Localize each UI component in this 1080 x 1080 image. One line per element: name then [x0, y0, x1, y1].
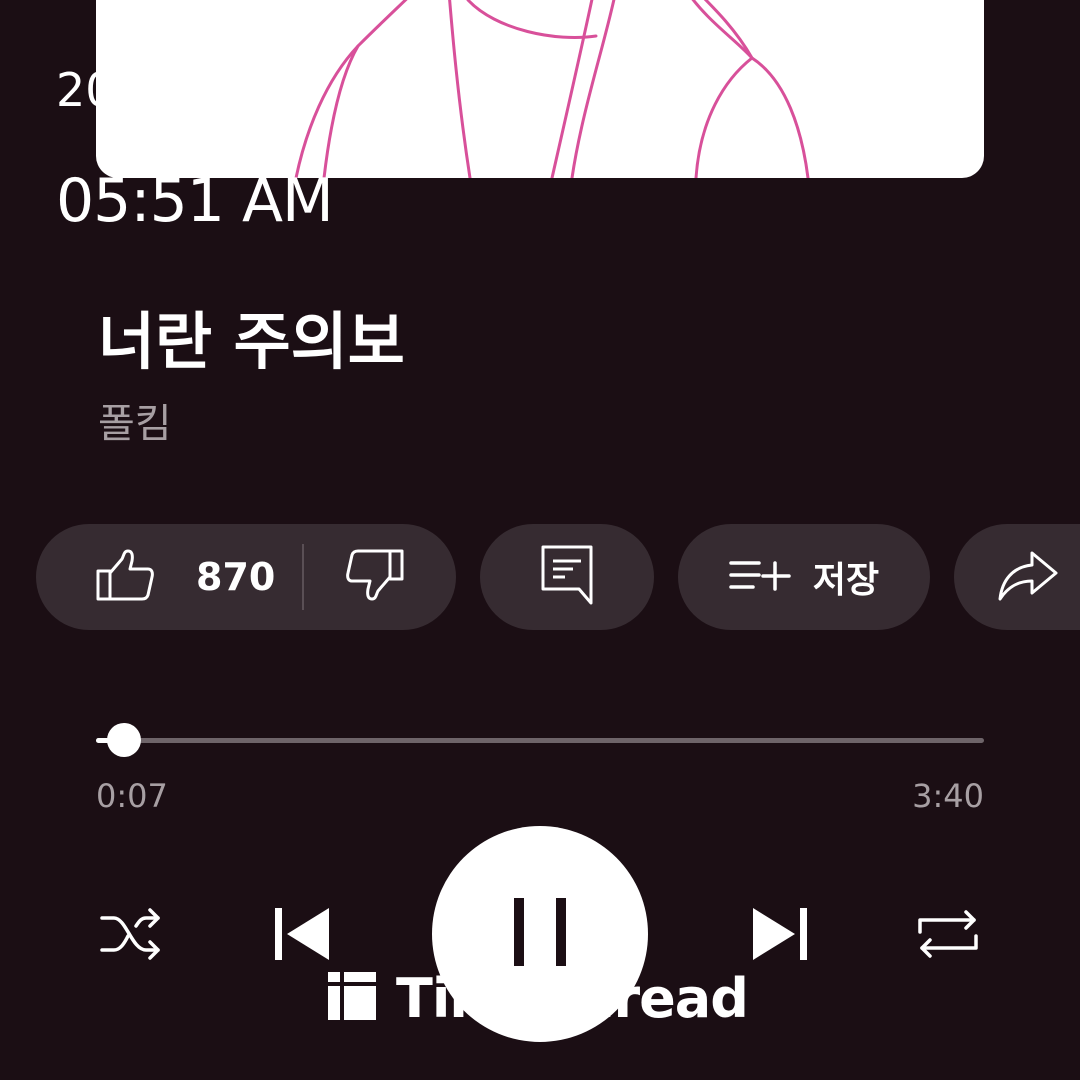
like-dislike-group: 870 [36, 524, 456, 630]
comment-button[interactable] [480, 524, 654, 630]
like-count: 870 [196, 555, 276, 599]
current-time: 0:07 [96, 777, 168, 815]
repeat-button[interactable] [912, 900, 984, 972]
album-art [96, 0, 984, 178]
thumbs-down-icon [346, 549, 404, 605]
overlay-time: 05:51 AM [56, 166, 334, 236]
progress-bar[interactable] [96, 723, 984, 757]
pause-icon [512, 896, 568, 972]
shuffle-icon [100, 908, 164, 964]
song-title: 너란 주의보 [98, 305, 405, 378]
skip-previous-icon [273, 906, 331, 966]
progress-thumb[interactable] [107, 723, 142, 757]
playlist-add-icon [729, 557, 791, 597]
dislike-button[interactable] [304, 524, 404, 630]
album-art-illustration [294, 0, 810, 178]
like-button[interactable]: 870 [36, 524, 276, 630]
timethread-logo-icon [328, 972, 376, 1024]
next-button[interactable] [744, 900, 816, 972]
thumbs-up-icon [96, 549, 154, 605]
share-icon [998, 549, 1058, 605]
shuffle-button[interactable] [96, 900, 168, 972]
comment-icon [541, 545, 593, 609]
save-button[interactable]: 저장 [678, 524, 930, 630]
play-pause-button[interactable] [432, 826, 648, 1042]
player-screen: 20 05:51 AM 너란 주의보 폴킴 870 저장 0:07 3:40 [0, 0, 1080, 1080]
artist-name[interactable]: 폴킴 [98, 398, 172, 450]
repeat-icon [916, 906, 980, 966]
save-label: 저장 [812, 560, 880, 601]
skip-next-icon [751, 906, 809, 966]
total-time: 3:40 [912, 777, 984, 815]
share-button[interactable] [954, 524, 1080, 630]
previous-button[interactable] [266, 900, 338, 972]
